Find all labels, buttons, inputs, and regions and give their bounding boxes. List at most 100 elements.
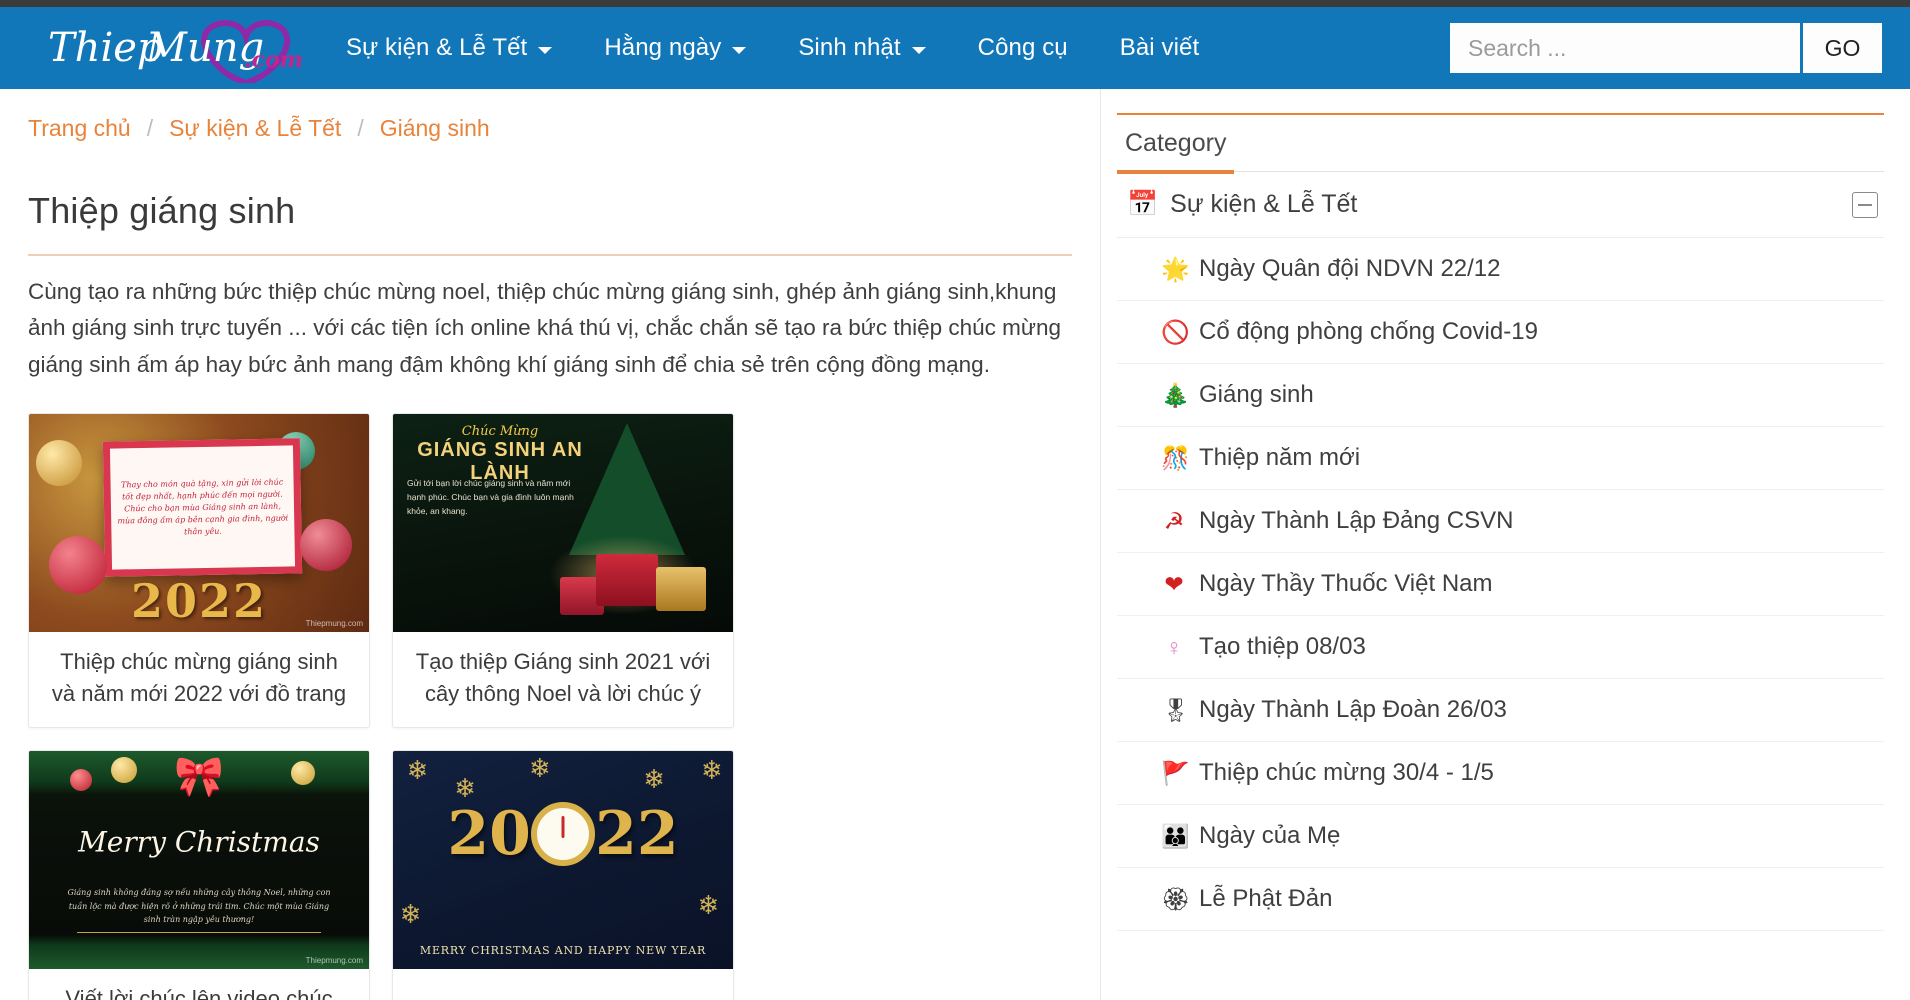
snowflake-icon: ❄ [701, 755, 723, 786]
sidebar-item-tao-thiep-0803[interactable]: ♀ Tạo thiệp 08/03 [1117, 616, 1884, 679]
calendar-icon: 📅 [1127, 190, 1159, 218]
sidebar-item-label: Tạo thiệp 08/03 [1199, 633, 1366, 660]
site-header: Thiep Mung .com Sự kiện & Lễ Tết Hằng ng… [0, 7, 1910, 89]
sidebar-header: Category [1117, 113, 1884, 174]
divider [76, 931, 322, 933]
breadcrumb-item-home[interactable]: Trang chủ [28, 115, 131, 142]
card-item[interactable]: Thay cho món quà tặng, xin gửi lời chúc … [28, 413, 370, 728]
vietnam-flag-icon: 🚩 [1161, 759, 1190, 786]
card-thumbnail: Chúc Mừng GIÁNG SINH AN LÀNH Gửi tới bạn… [393, 414, 733, 633]
card-item[interactable]: Chúc Mừng GIÁNG SINH AN LÀNH Gửi tới bạn… [392, 413, 734, 728]
sidebar-item-le-phat-dan[interactable]: 🏵 Lễ Phật Đản [1117, 868, 1884, 931]
sidebar-title: Category [1117, 115, 1235, 174]
christmas-tree-icon: 🎄 [1161, 381, 1190, 408]
ornament-ball [35, 440, 82, 487]
card-art-body: Gửi tới bạn lời chúc giáng sinh và năm m… [407, 478, 574, 517]
nav-item-label: Sinh nhật [798, 34, 901, 61]
card-art-caption: MERRY CHRISTMAS AND HAPPY NEW YEAR [419, 943, 707, 957]
page-title: Thiệp giáng sinh [28, 190, 1072, 256]
ribbon-bow-icon: 🎀 [174, 754, 224, 799]
sidebar: Category 📅 Sự kiện & Lễ Tết 🌟 Ngày Quân … [1100, 89, 1910, 1000]
sidebar-item-label: Ngày Thành Lập Đảng CSVN [1199, 507, 1514, 534]
mother-child-icon: 👪 [1161, 822, 1190, 849]
year-label: 2022 [130, 574, 268, 629]
page-description: Cùng tạo ra những bức thiệp chúc mừng no… [28, 279, 1062, 377]
sidebar-item-label: Thiệp chúc mừng 30/4 - 1/5 [1199, 759, 1494, 786]
year-digits-left: 20 [447, 798, 531, 869]
ornament-ball [69, 768, 92, 791]
gold-star-icon: 🌟 [1161, 255, 1190, 282]
nav-item-cong-cu[interactable]: Công cụ [952, 24, 1094, 72]
search-form: GO [1450, 23, 1882, 73]
greeting-card-text: Thay cho món quà tặng, xin gửi lời chúc … [117, 477, 289, 537]
sidebar-item-thiep-nam-moi[interactable]: 🎊 Thiệp năm mới [1117, 427, 1884, 490]
nav-item-label: Sự kiện & Lễ Tết [346, 34, 528, 61]
heart-pulse-icon: ❤ [1164, 570, 1184, 597]
nav-item-su-kien-le-tet[interactable]: Sự kiện & Lễ Tết [320, 24, 578, 72]
sidebar-item-label: Cổ động phòng chống Covid-19 [1199, 318, 1538, 345]
sidebar-item-label: Ngày Thầy Thuốc Việt Nam [1199, 570, 1493, 597]
nav-item-label: Công cụ [977, 34, 1068, 61]
site-logo[interactable]: Thiep Mung .com [34, 12, 302, 84]
card-thumbnail: Thay cho món quà tặng, xin gửi lời chúc … [29, 414, 369, 633]
sidebar-category-root-label: Sự kiện & Lễ Tết [1170, 190, 1358, 218]
clock-icon [531, 801, 595, 866]
new-year-2021-icon: 🎊 [1161, 444, 1190, 471]
card-title: Viết lời chúc lên video chúc mừng giáng … [65, 985, 333, 1000]
sidebar-item-label: Ngày Thành Lập Đoàn 26/03 [1199, 696, 1507, 723]
sidebar-item-thanh-lap-doan[interactable]: 🎖 Ngày Thành Lập Đoàn 26/03 [1117, 679, 1884, 742]
search-input[interactable] [1450, 23, 1800, 73]
breadcrumb-item-christmas[interactable]: Giáng sinh [380, 115, 490, 142]
nav-item-bai-viet[interactable]: Bài viết [1094, 24, 1226, 72]
nav-item-hang-ngay[interactable]: Hằng ngày [578, 24, 772, 72]
main-content: Trang chủ / Sự kiện & Lễ Tết / Giáng sin… [0, 89, 1100, 1000]
sidebar-item-ngay-cua-me[interactable]: 👪 Ngày của Mẹ [1117, 805, 1884, 868]
ornament-ball [110, 756, 137, 783]
breadcrumb-separator: / [146, 115, 154, 141]
card-item[interactable]: 🎀 Merry Christmas Giáng sinh không đáng … [28, 749, 370, 1000]
snowflake-icon: ❄ [643, 763, 665, 794]
sidebar-item-label: Giáng sinh [1199, 381, 1314, 408]
sidebar-item-label: Ngày Quân đội NDVN 22/12 [1199, 255, 1501, 282]
chevron-down-icon [911, 46, 926, 54]
hammer-sickle-icon: ☭ [1163, 507, 1185, 534]
chevron-down-icon [732, 46, 747, 54]
card-item[interactable]: ❄ ❄ ❄ ❄ ❄ ❄ ❄ 20 22 MERRY CHRISTMAS AND … [392, 749, 734, 1000]
card-thumbnail: ❄ ❄ ❄ ❄ ❄ ❄ ❄ 20 22 MERRY CHRISTMAS AND … [393, 750, 733, 969]
greeting-card-art: Thay cho món quà tặng, xin gửi lời chúc … [102, 438, 303, 578]
collapse-toggle-icon[interactable] [1852, 191, 1878, 218]
card-grid: Thay cho món quà tặng, xin gửi lời chúc … [28, 413, 1072, 1000]
card-thumbnail: 🎀 Merry Christmas Giáng sinh không đáng … [29, 750, 369, 969]
woman-symbol-icon: ♀ [1165, 633, 1183, 660]
breadcrumb: Trang chủ / Sự kiện & Lễ Tết / Giáng sin… [28, 89, 1072, 142]
sidebar-item-30-4-1-5[interactable]: 🚩 Thiệp chúc mừng 30/4 - 1/5 [1117, 742, 1884, 805]
breadcrumb-item-events[interactable]: Sự kiện & Lễ Tết [169, 115, 341, 142]
snowflake-icon: ❄ [529, 752, 551, 783]
youth-union-icon: 🎖 [1161, 696, 1191, 723]
search-go-button[interactable]: GO [1800, 23, 1882, 73]
year-digits-right: 22 [595, 798, 679, 869]
card-art-body: Giáng sinh không đáng sợ nếu những cây t… [67, 887, 331, 925]
sidebar-item-giang-sinh[interactable]: 🎄 Giáng sinh [1117, 364, 1884, 427]
breadcrumb-separator: / [357, 115, 364, 141]
sidebar-item-thay-thuoc[interactable]: ❤ Ngày Thầy Thuốc Việt Nam [1117, 553, 1884, 616]
snowflake-icon: ❄ [406, 755, 429, 786]
sidebar-item-label: Lễ Phật Đản [1199, 885, 1333, 912]
ornament-ball [300, 519, 352, 572]
nav-item-label: Bài viết [1119, 34, 1200, 61]
sidebar-category-root[interactable]: 📅 Sự kiện & Lễ Tết [1117, 172, 1884, 238]
chevron-down-icon [538, 46, 553, 54]
sidebar-item-ngay-quan-doi[interactable]: 🌟 Ngày Quân đội NDVN 22/12 [1117, 238, 1884, 301]
nav-item-label: Hằng ngày [604, 34, 722, 61]
no-virus-icon: 🚫 [1161, 318, 1190, 345]
sidebar-item-label: Ngày của Mẹ [1199, 822, 1341, 849]
lotus-icon: 🏵 [1161, 885, 1191, 912]
main-navigation: Sự kiện & Lễ Tết Hằng ngày Sinh nhật Côn… [320, 24, 1225, 72]
sidebar-item-thanh-lap-dang[interactable]: ☭ Ngày Thành Lập Đảng CSVN [1117, 490, 1884, 553]
svg-text:.com: .com [244, 47, 302, 73]
browser-chrome-strip [0, 0, 1910, 7]
gift-box [655, 566, 706, 611]
card-title: Tạo thiệp Giáng sinh 2021 với cây thông … [415, 649, 711, 706]
sidebar-item-covid[interactable]: 🚫 Cổ động phòng chống Covid-19 [1117, 301, 1884, 364]
nav-item-sinh-nhat[interactable]: Sinh nhật [772, 24, 951, 72]
